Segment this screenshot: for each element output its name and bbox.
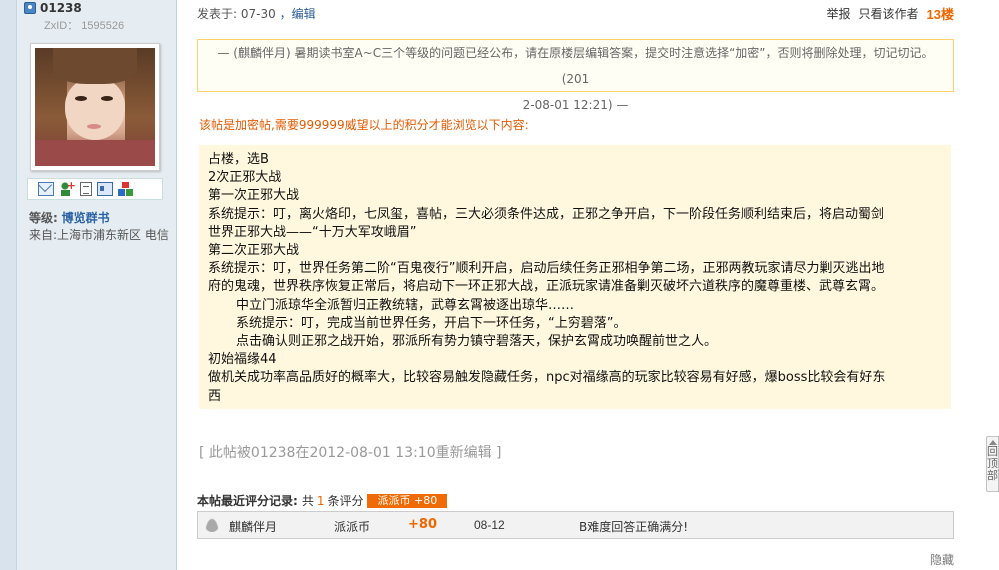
content-line: 做机关成功率高品质好的概率大，比较容易触发隐藏任务，npc对福缘高的玩家比较容易… <box>208 370 886 386</box>
edit-link[interactable]: ，编辑 <box>280 7 316 21</box>
post-header: 发表于: 07-30 ，编辑 举报 只看该作者 13楼 <box>197 0 954 24</box>
post-content: 占楼，选B 2次正邪大战 第一次正邪大战 系统提示：叮，离火烙印，七凤玺，喜帖，… <box>199 145 951 409</box>
rating-row: 麒麟伴月 派派币 +80 08-12 B难度回答正确满分! <box>197 511 954 539</box>
content-line: 中立门派琼华全派暂归正教统辖，武尊玄霄被逐出琼华…… <box>236 297 575 313</box>
user-row: 01238 <box>24 0 82 16</box>
rating-tag: 派派币 +80 <box>367 493 448 508</box>
encrypted-post-notice: 该帖是加密帖,需要999999威望以上的积分才能浏览以下内容: <box>199 118 529 132</box>
left-gutter <box>0 0 17 570</box>
hide-rating-link[interactable]: 隐藏 <box>930 551 954 568</box>
rating-total-suffix: 条评分 <box>327 494 364 508</box>
level-label: 等级: <box>29 211 58 225</box>
content-line: 府的鬼魂，世界秩序恢复正常后，将启动下一环正邪大战，正派玩家请准备剿灭破坏六道秩… <box>208 279 885 295</box>
add-friend-icon[interactable] <box>59 179 76 196</box>
profile-doc-icon[interactable] <box>80 182 92 196</box>
rating-score: +80 <box>408 517 437 532</box>
right-gutter: 回 顶 部 <box>969 0 999 570</box>
floor-number[interactable]: 13楼 <box>927 4 954 23</box>
moderator-notice: — (麒麟伴月) 暑期读书室A~C三个等级的问题已经公布，请在原楼层编辑答案，提… <box>197 39 954 112</box>
rating-title: 本帖最近评分记录: <box>197 494 298 508</box>
apps-icon[interactable] <box>118 182 134 196</box>
avatar[interactable] <box>30 43 160 171</box>
rating-count: 1 <box>316 493 325 508</box>
reedit-note: [ 此帖被01238在2012-08-01 13:10重新编辑 ] <box>199 445 502 461</box>
user-action-bar <box>27 178 163 200</box>
content-line: 世界正邪大战——“十万大军攻峨眉” <box>208 224 417 240</box>
avatar-image <box>35 48 155 166</box>
rating-date: 08-12 <box>474 518 505 532</box>
content-line: 第二次正邪大战 <box>208 243 300 259</box>
level-value[interactable]: 博览群书 <box>62 211 110 225</box>
content-line: 第一次正邪大战 <box>208 188 300 204</box>
post-main: 发表于: 07-30 ，编辑 举报 只看该作者 13楼 — (麒麟伴月) 暑期读… <box>177 0 969 570</box>
user-level: 等级: 博览群书 <box>29 209 110 226</box>
notice-line-1: — (麒麟伴月) 暑期读书室A~C三个等级的问题已经公布，请在原楼层编辑答案，提… <box>217 46 934 86</box>
content-line: 西 <box>208 388 222 404</box>
user-card-icon[interactable] <box>97 182 113 196</box>
content-line: 系统提示：叮，离火烙印，七凤玺，喜帖，三大必须条件达成，正邪之争开启，下一阶段任… <box>208 206 885 222</box>
rating-item: 派派币 <box>334 520 371 534</box>
user-sidebar: 01238 ZxID： 1595526 等级: 博览群书 来自:上海市浦东新区 … <box>17 0 177 570</box>
notice-line-2: 2-08-01 12:21) — <box>522 98 629 112</box>
back-top-char: 部 <box>987 469 998 482</box>
author-only-link[interactable]: 只看该作者 <box>859 5 919 22</box>
report-link[interactable]: 举报 <box>827 5 851 22</box>
content-line: 系统提示：叮，完成当前世界任务，开启下一环任务，“上穷碧落”。 <box>236 315 627 331</box>
rater-name[interactable]: 麒麟伴月 <box>229 518 277 535</box>
content-line: 2次正邪大战 <box>208 170 282 186</box>
zxid: ZxID： 1595526 <box>44 20 125 32</box>
rating-header: 本帖最近评分记录: 共 1 条评分 派派币 +80 <box>197 492 448 509</box>
back-to-top-button[interactable]: 回 顶 部 <box>986 436 999 492</box>
username-link[interactable]: 01238 <box>40 1 82 15</box>
posted-at: 发表于: 07-30 <box>197 7 276 21</box>
user-icon <box>24 2 36 14</box>
user-location: 来自:上海市浦东新区 电信 <box>29 228 169 242</box>
rating-reason: B难度回答正确满分! <box>579 520 689 534</box>
message-icon[interactable] <box>38 182 54 196</box>
rating-total-prefix: 共 <box>301 494 314 508</box>
content-line: 点击确认则正邪之战开始，邪派所有势力镇守碧落天，保护玄霄成功唤醒前世之人。 <box>236 334 718 350</box>
post-time: 发表于: 07-30 ，编辑 <box>197 5 316 22</box>
post-actions: 举报 只看该作者 13楼 <box>827 4 955 23</box>
content-line: 系统提示：叮，世界任务第二阶“百鬼夜行”顺利开启，启动后续任务正邪相争第二场，正… <box>208 261 885 277</box>
content-line: 初始福缘44 <box>208 352 277 368</box>
content-line: 占楼，选B <box>208 152 269 167</box>
rater-avatar-icon <box>205 518 219 532</box>
